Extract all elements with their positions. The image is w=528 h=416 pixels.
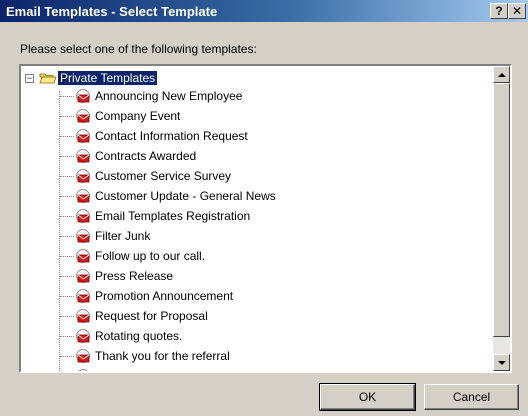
close-button[interactable]: ✕: [508, 3, 526, 19]
template-tree: − Private Templates Announcing New Emplo…: [21, 66, 493, 371]
window-title: Email Templates - Select Template: [6, 4, 218, 19]
template-item-label[interactable]: Welcome email: [95, 369, 177, 371]
template-item-label[interactable]: Rotating quotes.: [95, 329, 182, 344]
tree-branch-line: [60, 336, 74, 337]
up-arrow-icon: [498, 73, 506, 77]
tree-branch-line: [60, 116, 74, 117]
email-template-icon: [78, 369, 88, 371]
template-item[interactable]: Filter Junk: [21, 226, 493, 246]
tree-branch-line: [60, 196, 74, 197]
tree-branch-line: [60, 296, 74, 297]
template-item[interactable]: Rotating quotes.: [21, 326, 493, 346]
template-item[interactable]: Company Event: [21, 106, 493, 126]
template-item-label[interactable]: Announcing New Employee: [95, 89, 242, 104]
template-item[interactable]: Thank you for the referral: [21, 346, 493, 366]
template-item[interactable]: Email Templates Registration: [21, 206, 493, 226]
instructions-label: Please select one of the following templ…: [20, 42, 257, 56]
template-item[interactable]: Press Release: [21, 266, 493, 286]
template-item[interactable]: Contact Information Request: [21, 126, 493, 146]
tree-branch-line: [60, 356, 74, 357]
tree-branch-line: [60, 216, 74, 217]
template-item[interactable]: Welcome email: [21, 366, 493, 371]
scroll-down-button[interactable]: [493, 354, 510, 371]
email-template-icon: [76, 189, 90, 203]
email-template-icon: [76, 289, 90, 303]
template-item-label[interactable]: Filter Junk: [95, 229, 150, 244]
tree-branch-line: [60, 96, 74, 97]
email-template-icon: [76, 89, 90, 103]
template-item-label[interactable]: Customer Update - General News: [95, 189, 276, 204]
email-template-icon: [76, 329, 90, 343]
template-item[interactable]: Promotion Announcement: [21, 286, 493, 306]
help-button[interactable]: ?: [490, 3, 508, 19]
template-item[interactable]: Customer Service Survey: [21, 166, 493, 186]
template-item[interactable]: Contracts Awarded: [21, 146, 493, 166]
ok-button[interactable]: OK: [319, 383, 416, 411]
email-template-icon: [76, 169, 90, 183]
template-item-label[interactable]: Thank you for the referral: [95, 349, 230, 364]
email-template-icon: [76, 309, 90, 323]
template-item-label[interactable]: Contracts Awarded: [95, 149, 196, 164]
scroll-up-button[interactable]: [493, 66, 510, 83]
tree-root-label[interactable]: Private Templates: [58, 71, 158, 85]
tree-branch-line: [60, 276, 74, 277]
tree-branch-line: [60, 236, 74, 237]
email-template-icon: [76, 349, 90, 363]
template-item-label[interactable]: Email Templates Registration: [95, 209, 250, 224]
template-item-label[interactable]: Follow up to our call.: [95, 249, 205, 264]
vertical-scrollbar[interactable]: [493, 66, 510, 371]
template-item[interactable]: Announcing New Employee: [21, 86, 493, 106]
tree-branch-line: [60, 256, 74, 257]
email-template-icon: [76, 109, 90, 123]
email-template-icon: [76, 269, 90, 283]
tree-branch-line: [60, 316, 74, 317]
template-item-label[interactable]: Promotion Announcement: [95, 289, 233, 304]
template-item[interactable]: Customer Update - General News: [21, 186, 493, 206]
email-template-icon: [76, 249, 90, 263]
template-item[interactable]: Follow up to our call.: [21, 246, 493, 266]
template-item-label[interactable]: Customer Service Survey: [95, 169, 231, 184]
template-item-label[interactable]: Request for Proposal: [95, 309, 208, 324]
template-tree-box: − Private Templates Announcing New Emplo…: [19, 64, 512, 373]
folder-open-icon: [39, 73, 57, 84]
tree-branch-line: [60, 176, 74, 177]
scrollbar-thumb[interactable]: [493, 83, 510, 337]
template-item-label[interactable]: Contact Information Request: [95, 129, 248, 144]
title-bar: Email Templates - Select Template ? ✕: [0, 0, 528, 22]
cancel-button[interactable]: Cancel: [424, 384, 519, 410]
tree-branch-line: [60, 156, 74, 157]
template-item-label[interactable]: Press Release: [95, 269, 173, 284]
tree-branch-line: [60, 136, 74, 137]
email-template-icon: [76, 149, 90, 163]
email-template-icon: [76, 129, 90, 143]
template-item[interactable]: Request for Proposal: [21, 306, 493, 326]
collapse-expander-icon[interactable]: −: [25, 74, 34, 83]
template-item-label[interactable]: Company Event: [95, 109, 180, 124]
tree-root-row[interactable]: − Private Templates: [21, 66, 493, 86]
email-template-icon: [76, 229, 90, 243]
down-arrow-icon: [498, 361, 506, 365]
email-template-icon: [76, 209, 90, 223]
